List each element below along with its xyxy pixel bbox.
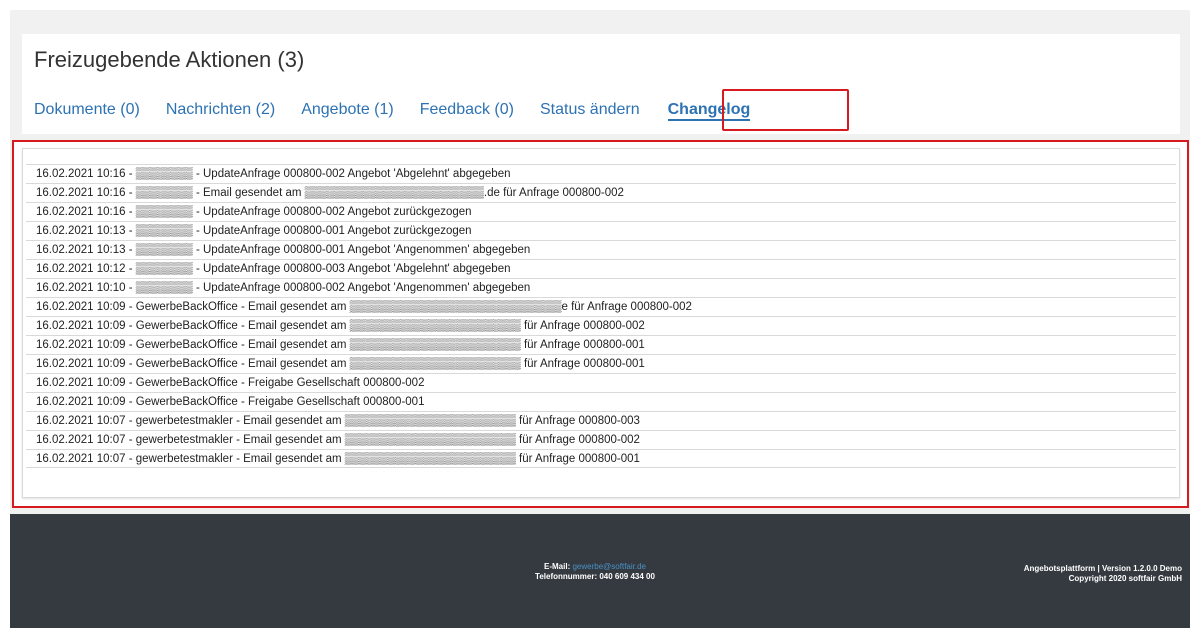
changelog-entry: 16.02.2021 10:16 - ▒▒▒▒▒▒▒ - UpdateAnfra…	[26, 164, 1176, 183]
changelog-list: 16.02.2021 10:16 - ▒▒▒▒▒▒▒ - UpdateAnfra…	[26, 164, 1176, 468]
footer-copyright: Copyright 2020 softfair GmbH	[1068, 574, 1182, 583]
footer-contact: E-Mail: gewerbe@softfair.de Telefonnumme…	[480, 562, 710, 582]
tab-angebote[interactable]: Angebote (1)	[301, 101, 394, 119]
changelog-entry: 16.02.2021 10:09 - GewerbeBackOffice - E…	[26, 316, 1176, 335]
changelog-entry: 16.02.2021 10:09 - GewerbeBackOffice - E…	[26, 354, 1176, 373]
footer-version-text: Angebotsplattform | Version 1.2.0.0 Demo	[1023, 564, 1182, 573]
changelog-entry: 16.02.2021 10:13 - ▒▒▒▒▒▒▒ - UpdateAnfra…	[26, 221, 1176, 240]
changelog-entry: 16.02.2021 10:09 - GewerbeBackOffice - F…	[26, 392, 1176, 411]
changelog-entry: 16.02.2021 10:12 - ▒▒▒▒▒▒▒ - UpdateAnfra…	[26, 259, 1176, 278]
changelog-entry: 16.02.2021 10:13 - ▒▒▒▒▒▒▒ - UpdateAnfra…	[26, 240, 1176, 259]
changelog-entry: 16.02.2021 10:09 - GewerbeBackOffice - F…	[26, 373, 1176, 392]
changelog-tab-highlight	[722, 89, 849, 131]
changelog-entry: 16.02.2021 10:07 - gewerbetestmakler - E…	[26, 411, 1176, 430]
page-title: Freizugebende Aktionen (3)	[34, 47, 305, 72]
changelog-entry: 16.02.2021 10:09 - GewerbeBackOffice - E…	[26, 335, 1176, 354]
changelog-entry: 16.02.2021 10:09 - GewerbeBackOffice - E…	[26, 297, 1176, 316]
tab-status-aendern[interactable]: Status ändern	[540, 101, 640, 119]
changelog-entry: 16.02.2021 10:10 - ▒▒▒▒▒▒▒ - UpdateAnfra…	[26, 278, 1176, 297]
footer-email-label: E-Mail:	[544, 562, 571, 571]
changelog-entry: 16.02.2021 10:07 - gewerbetestmakler - E…	[26, 430, 1176, 449]
changelog-entry: 16.02.2021 10:16 - ▒▒▒▒▒▒▒ - UpdateAnfra…	[26, 202, 1176, 221]
footer-email-link[interactable]: gewerbe@softfair.de	[572, 562, 646, 571]
tab-dokumente[interactable]: Dokumente (0)	[34, 101, 140, 119]
footer-version: Angebotsplattform | Version 1.2.0.0 Demo…	[1024, 564, 1182, 584]
tab-bar: Dokumente (0) Nachrichten (2) Angebote (…	[34, 97, 776, 123]
changelog-entry: 16.02.2021 10:16 - ▒▒▒▒▒▒▒ - Email gesen…	[26, 183, 1176, 202]
footer-phone: Telefonnummer: 040 609 434 00	[535, 572, 655, 581]
changelog-entry: 16.02.2021 10:07 - gewerbetestmakler - E…	[26, 449, 1176, 468]
tab-feedback[interactable]: Feedback (0)	[420, 101, 514, 119]
tab-nachrichten[interactable]: Nachrichten (2)	[166, 101, 275, 119]
